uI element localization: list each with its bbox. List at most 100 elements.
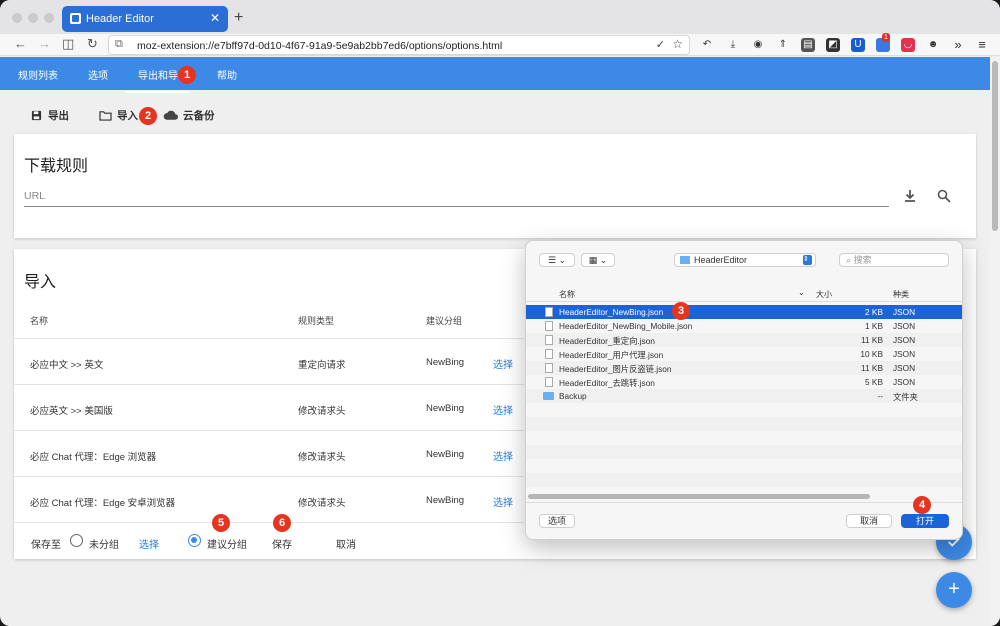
sync-icon[interactable]: ↶ [700,38,714,52]
choose-group-link[interactable]: 选择 [493,356,513,371]
empty-row [526,473,962,487]
menu-icon[interactable]: ≡ [975,38,989,52]
download-rules-card [14,134,976,238]
screenshot-icon[interactable]: ◉ [751,38,765,52]
tab-options[interactable]: 选项 [88,67,108,82]
export-button[interactable]: 导出 [30,108,69,123]
table-row: 必应中文 >> 英文 重定向请求 NewBing 选择 [14,338,524,384]
tab-rule-list[interactable]: 规则列表 [18,67,58,82]
header-editor-ext-icon[interactable]: 1 [876,33,890,52]
file-row[interactable]: HeaderEditor_用户代理.json 10 KB JSON [526,347,962,361]
scrollbar-thumb[interactable] [992,61,998,231]
search-icon[interactable] [937,189,951,203]
file-kind: JSON [893,321,916,331]
choose-group-link[interactable]: 选择 [493,448,513,463]
suggested-group-radio[interactable] [188,534,201,547]
bitwarden-icon[interactable]: U [851,38,865,52]
rule-group: NewBing [426,449,465,460]
file-size: 5 KB [865,377,883,387]
cloud-backup-button[interactable]: 云备份 [163,108,215,123]
panda-icon[interactable]: ☻ [926,38,940,52]
download-rules-title: 下载规则 [24,158,89,175]
rule-name: 必应 Chat 代理：Edge 安卓浏览器 [30,498,176,509]
pocket-icon[interactable]: ◡ [901,38,915,52]
image-tool-icon[interactable]: ◩ [826,38,840,52]
verified-check-icon: ✓ [655,39,665,51]
forward-arrow-icon[interactable]: → [38,36,51,51]
file-row[interactable]: HeaderEditor_NewBing_Mobile.json 1 KB JS… [526,319,962,333]
page-scrollbar[interactable] [990,57,1000,626]
search-icon: ⌕ [846,255,852,265]
rocket-icon[interactable]: ⇑ [776,38,790,52]
search-field[interactable]: ⌕ 搜索 [839,253,949,267]
tab-help[interactable]: 帮助 [217,67,237,82]
bookmark-star-icon[interactable]: ☆ [672,37,683,51]
dialog-options-button[interactable]: 选项 [539,514,575,528]
cancel-button[interactable]: 取消 [336,536,356,551]
folder-size: -- [877,391,883,401]
download-icon[interactable] [903,189,917,203]
overflow-chevron-icon[interactable]: » [951,38,965,52]
grid-view-button[interactable]: ▦ ⌄ [581,253,615,267]
divider [14,522,524,523]
table-row: 必应 Chat 代理：Edge 浏览器 修改请求头 NewBing 选择 [14,430,524,476]
close-window-button[interactable] [12,13,22,23]
file-icon [545,307,553,317]
folder-chevron-icon: ⇕ [803,255,812,265]
tab-export-import[interactable]: 导出和导 [126,67,190,93]
folder-name: Backup [559,391,587,401]
save-to-label: 保存至 [31,540,61,551]
zoom-window-button[interactable] [44,13,54,23]
rule-group: NewBing [426,403,465,414]
url-input[interactable]: URL [24,190,45,202]
choose-group-button[interactable]: 选择 [139,536,159,551]
kind-column[interactable]: 种类 [893,289,909,300]
folder-icon [543,392,554,400]
size-column[interactable]: 大小 [816,289,832,300]
ungrouped-radio[interactable] [70,534,83,547]
folder-row[interactable]: Backup -- 文件夹 [526,389,962,403]
file-name: HeaderEditor_重定向.json [559,336,655,346]
file-row[interactable]: HeaderEditor_图片反盗链.json 11 KB JSON [526,361,962,375]
file-row[interactable]: HeaderEditor_重定向.json 11 KB JSON [526,333,962,347]
choose-group-link[interactable]: 选择 [493,494,513,509]
list-view-button[interactable]: ☰ ⌄ [539,253,575,267]
file-name: HeaderEditor_NewBing_Mobile.json [559,321,693,331]
browser-tab[interactable]: Header Editor ✕ [62,6,228,32]
header-editor-favicon-icon [70,13,81,24]
file-name: HeaderEditor_NewBing.json [559,307,664,317]
import-button[interactable]: 导入 [99,108,138,123]
sidebar-icon[interactable]: ◫ [62,36,74,52]
horizontal-scrollbar[interactable] [528,494,870,499]
cloud-backup-label: 云备份 [183,110,215,122]
close-tab-icon[interactable]: ✕ [210,11,220,25]
save-icon [31,110,42,121]
download-icon[interactable]: ⤓ [726,38,740,52]
container-icon[interactable]: ▤ [801,38,815,52]
add-rule-fab[interactable]: + [936,572,972,608]
back-arrow-icon[interactable]: ← [14,36,27,51]
file-icon [545,349,553,359]
name-column[interactable]: 名称 [559,289,575,300]
folder-selector[interactable]: HeaderEditor ⇕ [674,253,816,267]
save-button[interactable]: 保存 [272,536,292,551]
choose-group-link[interactable]: 选择 [493,402,513,417]
dialog-open-button[interactable]: 打开 [901,514,949,528]
file-row-selected[interactable]: HeaderEditor_NewBing.json 2 KB JSON [526,305,962,319]
import-label: 导入 [117,110,138,122]
dialog-cancel-button[interactable]: 取消 [846,514,892,528]
new-tab-icon[interactable]: + [234,9,243,27]
file-size: 11 KB [861,363,883,373]
rule-type: 修改请求头 [298,498,346,509]
file-size: 2 KB [865,307,883,317]
file-row[interactable]: HeaderEditor_去跳转.json 5 KB JSON [526,375,962,389]
extension-page-icon: ⧉ [115,38,123,50]
sort-chevron-icon: ⌄ [798,288,805,297]
address-bar[interactable]: ⧉ moz-extension://e7bff97d-0d10-4f67-91a… [108,35,690,55]
rule-type: 重定向请求 [298,360,346,371]
minimize-window-button[interactable] [28,13,38,23]
table-row: 必应英文 >> 美国版 修改请求头 NewBing 选择 [14,384,524,430]
app-header: 规则列表 选项 导出和导 帮助 [0,57,990,93]
empty-row [526,417,962,431]
reload-icon[interactable]: ↻ [87,36,98,52]
